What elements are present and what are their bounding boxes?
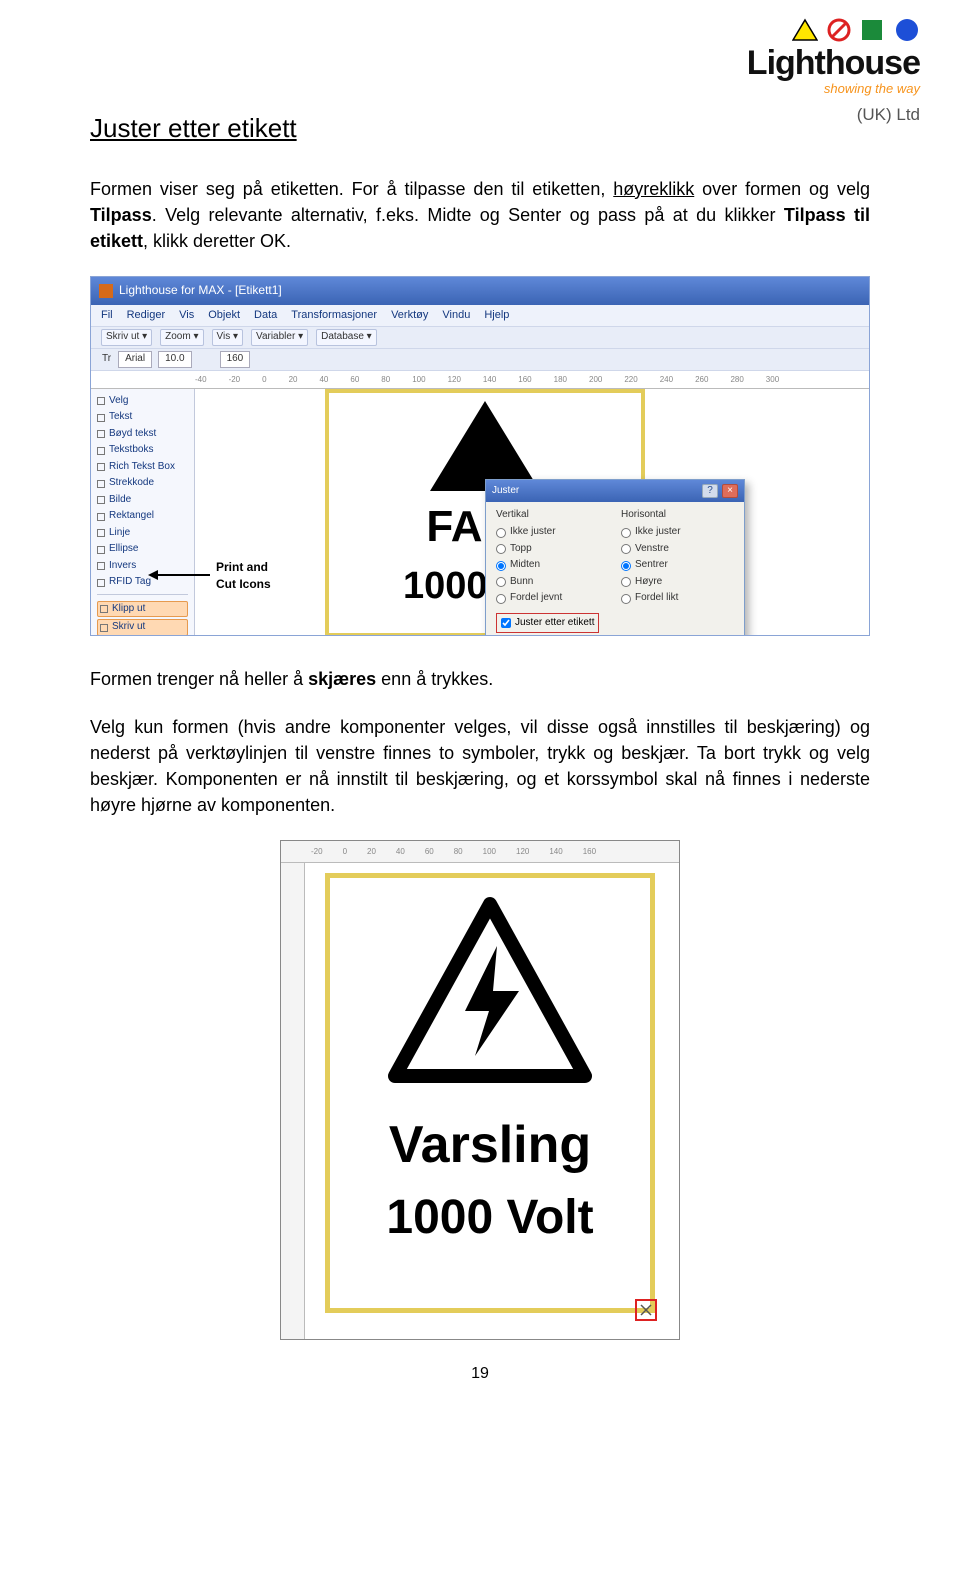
label2-text-1: Varsling [330, 1108, 650, 1183]
toolbar-item[interactable]: Variabler ▾ [251, 329, 308, 346]
toolbox-item[interactable]: Strekkode [97, 475, 188, 492]
toolbar-row-2[interactable]: Tr Arial 10.0 160 [91, 349, 869, 371]
callout-arrow-icon [150, 574, 210, 576]
ruler-side [281, 863, 305, 1339]
toolbox-item[interactable]: Invers [97, 558, 188, 575]
toolbar-item[interactable]: Database ▾ [316, 329, 377, 346]
radio-option[interactable]: Ikke juster [496, 524, 609, 541]
screenshot-label-preview: -20020406080100120140160 Varsling 1000 V… [280, 840, 680, 1340]
font-name[interactable]: Arial [118, 351, 152, 368]
toolbox-item[interactable]: Tekstboks [97, 442, 188, 459]
horizontal-group: Horisontal Ikke justerVenstreSentrerHøyr… [621, 508, 734, 607]
menu-item[interactable]: Transformasjoner [291, 308, 377, 324]
toolbox-item[interactable]: Rich Tekst Box [97, 459, 188, 476]
logo-tagline: showing the way [747, 80, 920, 99]
toolbar-item[interactable]: Zoom ▾ [160, 329, 203, 346]
prohibit-icon [826, 18, 852, 42]
logo-name: Lighthouse [747, 46, 920, 80]
toolbox-item[interactable]: Bilde [97, 492, 188, 509]
toolbar-row-1[interactable]: Skriv ut ▾ Zoom ▾ Vis ▾ Variabler ▾ Database… [91, 327, 869, 349]
radio-option[interactable]: Venstre [621, 541, 734, 558]
juster-dialog: Juster ? × Vertikal Ikke justerToppMidte… [485, 479, 745, 635]
logo-suffix: (UK) Ltd [747, 103, 920, 128]
radio-option[interactable]: Bunn [496, 574, 609, 591]
radio-option[interactable]: Fordel likt [621, 590, 734, 607]
menu-item[interactable]: Verktøy [391, 308, 428, 324]
radio-option[interactable]: Høyre [621, 574, 734, 591]
app-icon [99, 284, 113, 298]
juster-etter-etikett-checkbox[interactable]: Juster etter etikett [496, 613, 599, 634]
cut-marker-highlight [635, 1299, 657, 1321]
toolbar-item[interactable]: Vis ▾ [212, 329, 244, 346]
close-icon[interactable]: × [722, 484, 738, 498]
menu-item[interactable]: Vis [179, 308, 194, 324]
warning-triangle-bolt-icon [385, 896, 595, 1086]
radio-option[interactable]: Midten [496, 557, 609, 574]
toolbox-item[interactable]: Rektangel [97, 508, 188, 525]
triangle-icon [792, 18, 818, 42]
toolbox[interactable]: VelgTekstBøyd tekstTekstboksRich Tekst B… [91, 389, 195, 635]
radio-option[interactable]: Sentrer [621, 557, 734, 574]
menu-item[interactable]: Hjelp [484, 308, 509, 324]
font-size[interactable]: 10.0 [158, 351, 191, 368]
vertical-group: Vertikal Ikke justerToppMidtenBunnFordel… [496, 508, 609, 607]
ruler-top-2: -20020406080100120140160 [281, 841, 679, 863]
warning-triangle-icon [430, 401, 540, 491]
radio-option[interactable]: Fordel jevnt [496, 590, 609, 607]
ruler-top: -40-200204060801001201401601802002202402… [91, 371, 869, 389]
menu-item[interactable]: Fil [101, 308, 113, 324]
toolbox-item-highlighted[interactable]: Skriv ut [97, 618, 188, 636]
toolbox-item[interactable]: Tekst [97, 409, 188, 426]
window-titlebar: Lighthouse for MAX - [Etikett1] [91, 277, 869, 305]
callout-text: Print and Cut Icons [216, 559, 271, 594]
menu-item[interactable]: Vindu [442, 308, 470, 324]
paragraph-3: Velg kun formen (hvis andre komponenter … [90, 714, 870, 818]
logo-icons [747, 18, 920, 42]
screenshot-app-window: Lighthouse for MAX - [Etikett1] Fil Redig… [90, 276, 870, 636]
menu-item[interactable]: Objekt [208, 308, 240, 324]
toolbar-item[interactable]: Skriv ut ▾ [101, 329, 152, 346]
toolbox-item[interactable]: Velg [97, 393, 188, 410]
menu-item[interactable]: Data [254, 308, 277, 324]
scissors-icon [639, 1303, 653, 1317]
toolbox-item-highlighted[interactable]: Klipp ut [97, 600, 188, 619]
radio-option[interactable]: Topp [496, 541, 609, 558]
menu-item[interactable]: Rediger [127, 308, 166, 324]
canvas[interactable]: FARE 1000 Volt Juster ? × [195, 389, 869, 635]
label-card-2: Varsling 1000 Volt [325, 873, 655, 1313]
toolbox-item[interactable]: Ellipse [97, 541, 188, 558]
square-icon [860, 18, 886, 42]
circle-icon [894, 18, 920, 42]
radio-option[interactable]: Ikke juster [621, 524, 734, 541]
dialog-titlebar: Juster ? × [486, 480, 744, 502]
page-number: 19 [90, 1362, 870, 1385]
paragraph-2: Formen trenger nå heller å skjæres enn å… [90, 666, 870, 692]
other-field[interactable]: 160 [220, 351, 251, 368]
toolbox-item[interactable]: Bøyd tekst [97, 426, 188, 443]
label2-text-2: 1000 Volt [330, 1183, 650, 1253]
help-icon[interactable]: ? [702, 484, 718, 498]
toolbox-item[interactable]: Linje [97, 525, 188, 542]
intro-paragraph: Formen viser seg på etiketten. For å til… [90, 176, 870, 254]
toolbox-item[interactable]: RFID Tag [97, 574, 188, 591]
menubar[interactable]: Fil Rediger Vis Objekt Data Transformasjoner V… [91, 305, 869, 327]
brand-logo: Lighthouse showing the way (UK) Ltd [747, 18, 920, 127]
